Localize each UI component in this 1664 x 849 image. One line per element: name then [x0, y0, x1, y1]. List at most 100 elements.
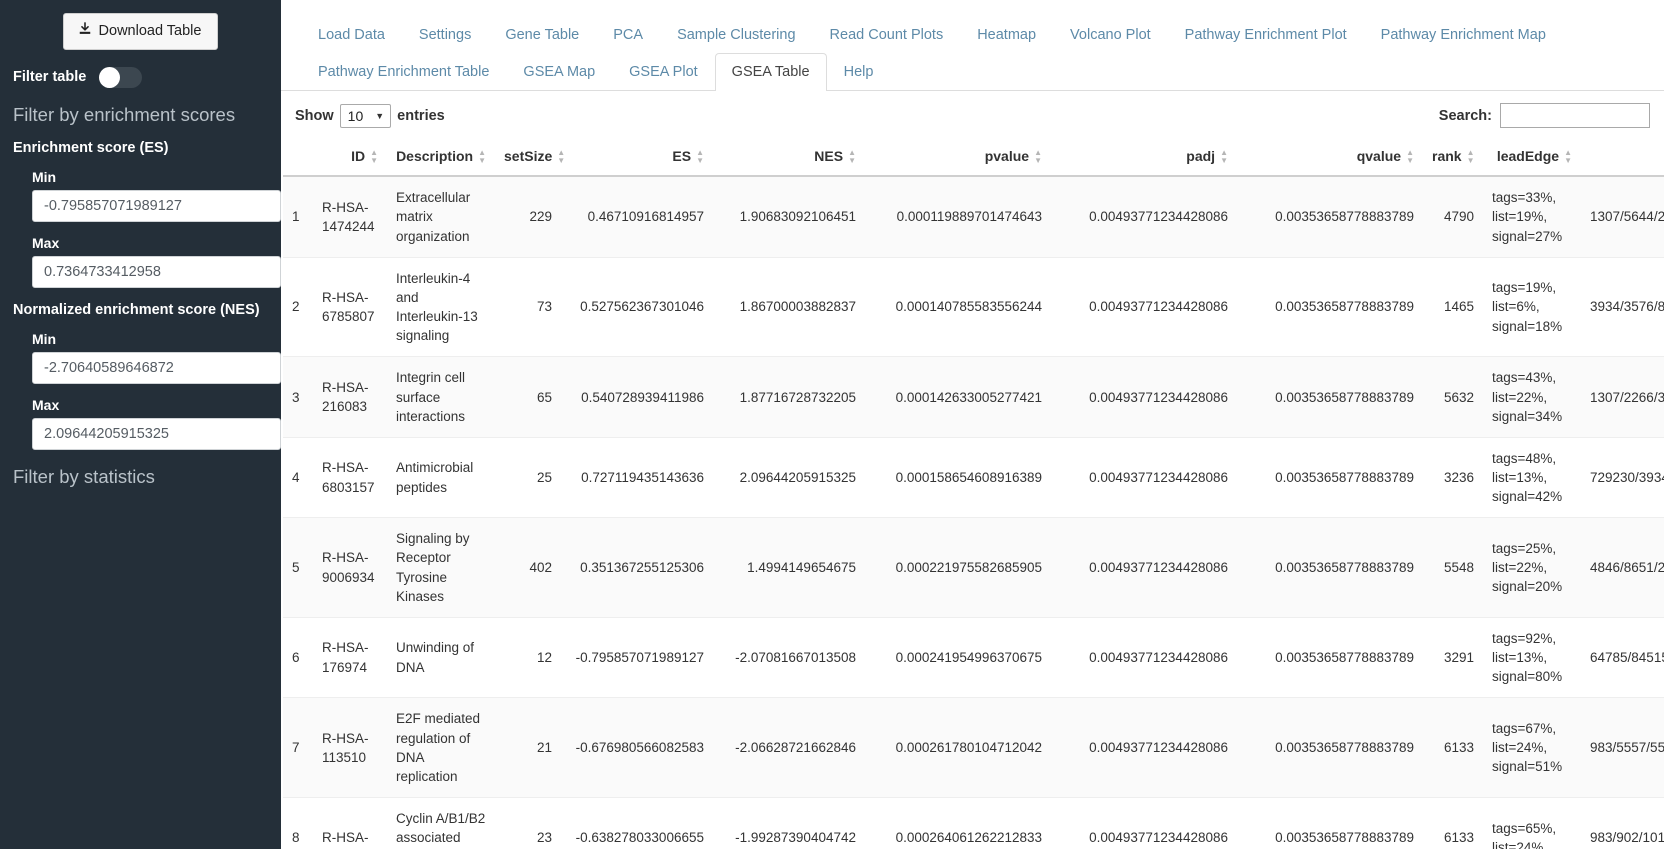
tab-volcano-plot[interactable]: Volcano Plot — [1053, 16, 1168, 54]
search-group: Search: — [1438, 103, 1650, 129]
cell-rank: 5632 — [1423, 356, 1483, 438]
sort-arrows-icon[interactable]: ▲ ▼ — [557, 148, 565, 164]
table-row[interactable]: 2 R-HSA-6785807 Interleukin-4 and Interleu… — [283, 257, 1664, 358]
tab-pathway-enrichment-map[interactable]: Pathway Enrichment Map — [1364, 16, 1563, 54]
column-header-index — [283, 138, 313, 178]
column-header-description[interactable]: Description ▲ ▼ — [387, 138, 495, 178]
search-label: Search: — [1438, 107, 1492, 124]
tab-pathway-enrichment-table[interactable]: Pathway Enrichment Table — [301, 53, 506, 91]
cell-es: 0.540728939411986 — [561, 356, 713, 438]
cell-nes: 2.09644205915325 — [713, 437, 865, 519]
column-header-coreenrichment: coreEnrichment — [1581, 138, 1664, 178]
sort-arrows-icon[interactable]: ▲ ▼ — [1034, 148, 1042, 164]
cell-idx: 1 — [283, 176, 313, 258]
statistics-section-title: Filter by statistics — [13, 465, 155, 487]
cell-description: Integrin cell surface interactions — [387, 356, 495, 438]
tab-gsea-table[interactable]: GSEA Table — [714, 53, 827, 92]
search-input[interactable] — [1500, 103, 1650, 129]
tab-pca[interactable]: PCA — [596, 16, 660, 54]
column-header-label: setSize — [504, 148, 553, 165]
cell-leadedge: tags=25%, list=22%, signal=20% — [1483, 517, 1581, 618]
nes-fields: Min Max — [13, 331, 281, 450]
column-header-padj[interactable]: padj ▲ ▼ — [1051, 138, 1237, 178]
cell-qvalue: 0.00353658778883789 — [1237, 797, 1423, 849]
tab-heatmap[interactable]: Heatmap — [960, 16, 1053, 54]
cell-setsize: 65 — [495, 356, 561, 438]
cell-nes: 1.87716728732205 — [713, 356, 865, 438]
nes-min-input[interactable] — [32, 351, 281, 384]
cell-pvalue: 0.000221975582685905 — [865, 517, 1051, 618]
tab-read-count-plots[interactable]: Read Count Plots — [813, 16, 961, 54]
table-row[interactable]: 7 R-HSA-113510 E2F mediated regulation of … — [283, 697, 1664, 798]
column-header-rank[interactable]: rank ▲ ▼ — [1423, 138, 1483, 178]
page-size-select[interactable]: 10 ▼ — [339, 103, 392, 128]
cell-id: R-HSA-9006934 — [313, 517, 387, 618]
column-header-label: qvalue — [1356, 148, 1402, 165]
gsea-table-head: ID ▲ ▼ Description ▲ ▼ setSize ▲ ▼ ES ▲ ▼ NES ▲ ▼ pvalu… — [283, 138, 1664, 178]
cell-coreenrichment: 4846/8651/2534/1839/5228/ — [1581, 517, 1664, 618]
es-min-input[interactable] — [32, 189, 281, 222]
sort-arrows-icon[interactable]: ▲ ▼ — [1564, 148, 1572, 164]
tab-sample-clustering[interactable]: Sample Clustering — [660, 16, 812, 54]
sort-arrows-icon[interactable]: ▲ ▼ — [848, 148, 856, 164]
download-icon — [78, 22, 92, 40]
cell-id: R-HSA-6785807 — [313, 257, 387, 358]
table-row[interactable]: 5 R-HSA-9006934 Signaling by Receptor Tyro… — [283, 517, 1664, 618]
column-header-setsize[interactable]: setSize ▲ ▼ — [495, 138, 565, 178]
tab-gsea-plot[interactable]: GSEA Plot — [612, 53, 715, 91]
cell-rank: 5548 — [1423, 517, 1483, 618]
app-root: Download Table Filter table Filter by en… — [0, 0, 1664, 849]
table-row[interactable]: 1 R-HSA-1474244 Extracellular matrix organ… — [283, 176, 1664, 258]
cell-qvalue: 0.00353658778883789 — [1237, 257, 1423, 358]
column-header-leadedge[interactable]: leadEdge ▲ ▼ — [1483, 138, 1581, 178]
cell-id: R-HSA-176974 — [313, 617, 387, 699]
column-header-id[interactable]: ID ▲ ▼ — [313, 138, 387, 178]
column-header-pvalue[interactable]: pvalue ▲ ▼ — [865, 138, 1051, 178]
table-row[interactable]: 3 R-HSA-216083 Integrin cell surface inter… — [283, 356, 1664, 438]
table-row[interactable]: 6 R-HSA-176974 Unwinding of DNA 12 -0.795857… — [283, 617, 1664, 699]
sort-arrows-icon[interactable]: ▲ ▼ — [370, 148, 378, 164]
cell-setsize: 402 — [495, 517, 561, 618]
sort-arrows-icon[interactable]: ▲ ▼ — [478, 148, 486, 164]
sort-arrows-icon[interactable]: ▲ ▼ — [1467, 148, 1475, 164]
switch-knob — [99, 66, 121, 88]
column-header-qvalue[interactable]: qvalue ▲ ▼ — [1237, 138, 1423, 178]
cell-leadedge: tags=19%, list=6%, signal=18% — [1483, 257, 1581, 358]
cell-description: Antimicrobial peptides — [387, 437, 495, 519]
tab-load-data[interactable]: Load Data — [301, 16, 402, 54]
column-header-nes[interactable]: NES ▲ ▼ — [713, 138, 865, 178]
tab-gene-table[interactable]: Gene Table — [488, 16, 596, 54]
cell-qvalue: 0.00353658778883789 — [1237, 176, 1423, 258]
gsea-table-scroll[interactable]: ID ▲ ▼ Description ▲ ▼ setSize ▲ ▼ ES ▲ ▼ NES ▲ ▼ pvalu… — [281, 138, 1664, 849]
tab-settings[interactable]: Settings — [402, 16, 488, 54]
cell-leadedge: tags=33%, list=19%, signal=27% — [1483, 176, 1581, 258]
sort-arrows-icon[interactable]: ▲ ▼ — [1406, 148, 1414, 164]
cell-leadedge: tags=43%, list=22%, signal=34% — [1483, 356, 1581, 438]
cell-es: -0.795857071989127 — [561, 617, 713, 699]
tab-help[interactable]: Help — [827, 53, 891, 91]
sort-arrows-icon[interactable]: ▲ ▼ — [1220, 148, 1228, 164]
cell-rank: 3236 — [1423, 437, 1483, 519]
cell-setsize: 21 — [495, 697, 561, 798]
es-max-input[interactable] — [32, 255, 281, 288]
nes-max-label: Max — [32, 396, 60, 413]
cell-description: E2F mediated regulation of DNA replicati… — [387, 697, 495, 798]
cell-pvalue: 0.000119889701474643 — [865, 176, 1051, 258]
cell-pvalue: 0.000142633005277421 — [865, 356, 1051, 438]
table-row[interactable]: 8R-HSA-Cyclin A/B1/B2 associated events … — [283, 797, 1664, 849]
table-row[interactable]: 4 R-HSA-6803157 Antimicrobial peptides 25 0.… — [283, 437, 1664, 519]
tab-pathway-enrichment-plot[interactable]: Pathway Enrichment Plot — [1168, 16, 1364, 54]
filter-table-switch[interactable] — [99, 66, 143, 88]
nes-group-label: Normalized enrichment score (NES) — [13, 301, 260, 318]
sort-arrows-icon[interactable]: ▲ ▼ — [696, 148, 704, 164]
cell-es: 0.727119435143636 — [561, 437, 713, 519]
tab-gsea-map[interactable]: GSEA Map — [506, 53, 612, 91]
column-header-es[interactable]: ES ▲ ▼ — [561, 138, 713, 178]
nes-max-input[interactable] — [32, 417, 281, 450]
show-label: Show — [295, 107, 334, 124]
entries-label: entries — [397, 107, 445, 124]
cell-idx: 2 — [283, 257, 313, 358]
download-table-button[interactable]: Download Table — [62, 13, 219, 50]
column-header-label: rank — [1432, 148, 1462, 165]
cell-qvalue: 0.00353658778883789 — [1237, 517, 1423, 618]
